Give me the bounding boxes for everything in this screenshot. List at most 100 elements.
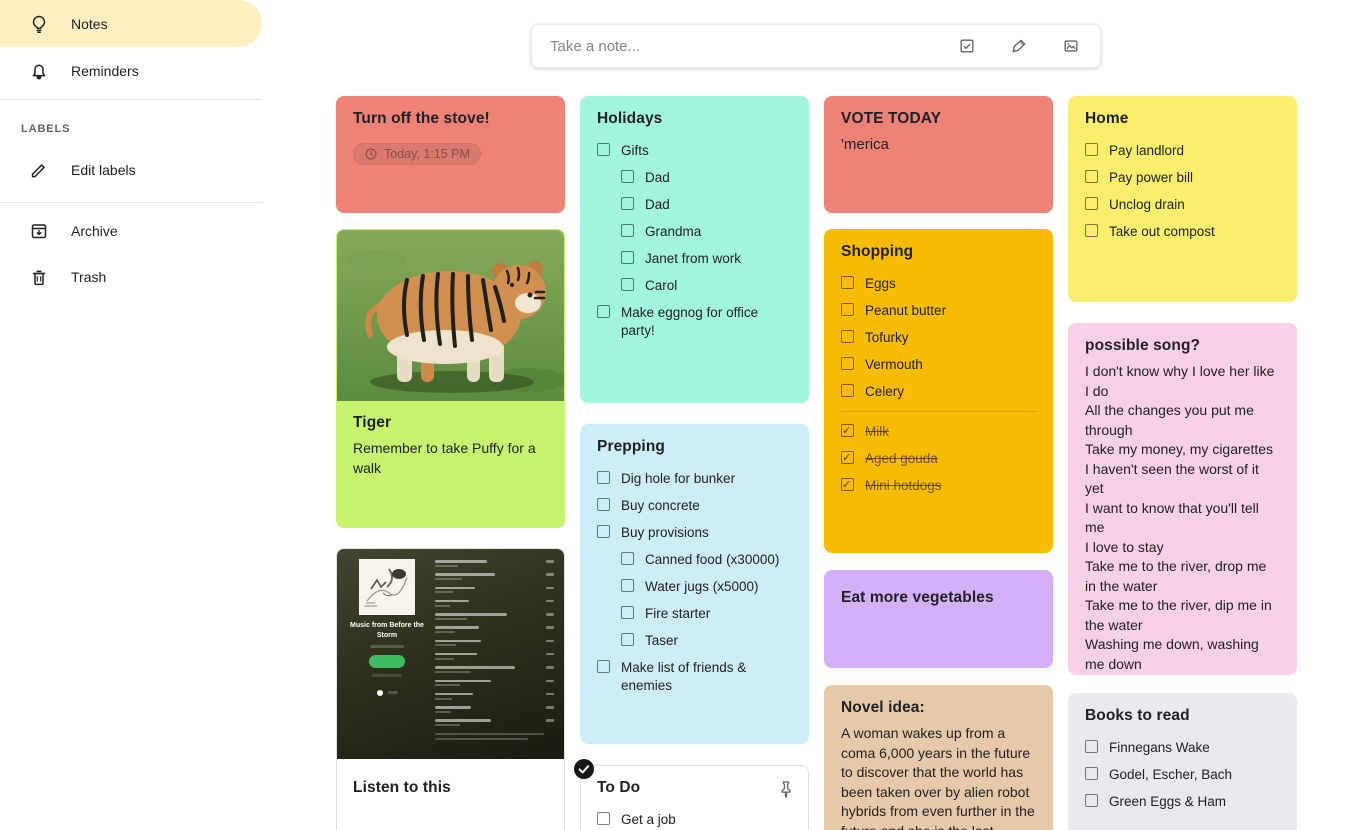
checklist-item[interactable]: Buy concrete: [581, 492, 808, 519]
checkbox-icon[interactable]: [621, 633, 634, 646]
sidebar-item-label: Archive: [71, 223, 118, 239]
checklist-item-label: Pay landlord: [1109, 142, 1184, 160]
checklist-item[interactable]: Peanut butter: [825, 297, 1052, 324]
checklist-item[interactable]: Grandma: [581, 218, 808, 245]
note-card-vote-today[interactable]: VOTE TODAY 'merica: [824, 96, 1053, 213]
sidebar-item-edit-labels[interactable]: Edit labels: [0, 146, 262, 193]
tiger-image: [337, 230, 564, 401]
checkbox-icon[interactable]: [841, 357, 854, 370]
album-art-image: [359, 559, 415, 615]
checklist-item[interactable]: Make list of friends & enemies: [581, 654, 808, 699]
note-card-eat-more-vegetables[interactable]: Eat more vegetables: [824, 570, 1053, 668]
checklist-item[interactable]: Vermouth: [825, 351, 1052, 378]
checklist-item[interactable]: Taser: [581, 627, 808, 654]
checklist-item[interactable]: Milk: [825, 418, 1052, 445]
checkbox-icon[interactable]: [621, 251, 634, 264]
take-a-note-input[interactable]: [548, 37, 958, 56]
sidebar-item-label: Trash: [71, 269, 106, 285]
checklist-item[interactable]: Buy provisions: [581, 519, 808, 546]
checklist-item[interactable]: Godel, Escher, Bach: [1069, 761, 1296, 788]
checkbox-icon[interactable]: [597, 498, 610, 511]
new-image-icon[interactable]: [1062, 37, 1080, 55]
note-card-turn-off-stove[interactable]: Turn off the stove! Today, 1:15 PM: [336, 96, 565, 213]
checklist-item[interactable]: Pay power bill: [1069, 164, 1296, 191]
checklist-item[interactable]: Get a job: [581, 806, 808, 830]
reminder-chip[interactable]: Today, 1:15 PM: [353, 143, 481, 165]
checklist-item[interactable]: Dad: [581, 191, 808, 218]
spotify-screenshot-image: Music from Before the Storm: [337, 549, 564, 759]
checkbox-icon[interactable]: [1085, 794, 1098, 807]
checkbox-icon[interactable]: [841, 384, 854, 397]
note-card-holidays[interactable]: Holidays Gifts Dad Dad Grandma Janet fro…: [580, 96, 809, 403]
note-card-to-do[interactable]: To Do Get a job: [580, 765, 809, 830]
checklist-item[interactable]: Tofurky: [825, 324, 1052, 351]
checkbox-icon[interactable]: [1085, 143, 1098, 156]
new-list-icon[interactable]: [958, 37, 976, 55]
checklist-item[interactable]: Canned food (x30000): [581, 546, 808, 573]
checklist-item[interactable]: Carol: [581, 272, 808, 299]
checklist-item[interactable]: Water jugs (x5000): [581, 573, 808, 600]
note-card-possible-song[interactable]: possible song? I don't know why I love h…: [1068, 323, 1297, 675]
clock-icon: [364, 147, 378, 161]
checkbox-icon[interactable]: [841, 303, 854, 316]
checkbox-icon[interactable]: [621, 278, 634, 291]
checklist-item[interactable]: Pay landlord: [1069, 137, 1296, 164]
note-title: Prepping: [581, 425, 808, 460]
checkbox-icon[interactable]: [1085, 197, 1098, 210]
checklist-item[interactable]: Dig hole for bunker: [581, 465, 808, 492]
checklist-item[interactable]: Aged gouda: [825, 445, 1052, 472]
checkbox-icon[interactable]: [597, 660, 610, 673]
checkbox-icon[interactable]: [621, 224, 634, 237]
note-card-home[interactable]: Home Pay landlord Pay power bill Unclog …: [1068, 96, 1297, 302]
checkbox-icon[interactable]: [621, 552, 634, 565]
pencil-icon: [29, 160, 49, 180]
checklist-item[interactable]: Eggs: [825, 270, 1052, 297]
checkbox-icon[interactable]: [1085, 224, 1098, 237]
checkbox-icon[interactable]: [1085, 170, 1098, 183]
checklist-item[interactable]: Make eggnog for office party!: [581, 299, 808, 344]
note-card-prepping[interactable]: Prepping Dig hole for bunker Buy concret…: [580, 424, 809, 744]
checklist-item[interactable]: Green Eggs & Ham: [1069, 788, 1296, 815]
checkbox-icon[interactable]: [621, 170, 634, 183]
note-card-novel-idea[interactable]: Novel idea: A woman wakes up from a coma…: [824, 685, 1053, 830]
checkbox-checked-icon[interactable]: [841, 424, 854, 437]
checklist-item[interactable]: Take out compost: [1069, 218, 1296, 245]
album-meta-bar: [372, 674, 402, 677]
checkbox-icon[interactable]: [621, 606, 634, 619]
checkbox-icon[interactable]: [597, 812, 610, 825]
note-title: Novel idea:: [825, 686, 1052, 721]
pin-icon[interactable]: [776, 779, 796, 799]
sidebar-item-notes[interactable]: Notes: [0, 0, 262, 47]
sidebar-item-reminders[interactable]: Reminders: [0, 47, 262, 94]
new-drawing-icon[interactable]: [1010, 37, 1028, 55]
sidebar-item-trash[interactable]: Trash: [0, 253, 262, 300]
checkbox-icon[interactable]: [597, 305, 610, 318]
checklist-item[interactable]: Dad: [581, 164, 808, 191]
sidebar-item-archive[interactable]: Archive: [0, 207, 262, 254]
note-card-tiger[interactable]: Tiger Remember to take Puffy for a walk: [336, 229, 565, 528]
checklist-item[interactable]: Finnegans Wake: [1069, 734, 1296, 761]
checkbox-icon[interactable]: [841, 276, 854, 289]
checkbox-icon[interactable]: [1085, 767, 1098, 780]
note-card-shopping[interactable]: Shopping Eggs Peanut butter Tofurky Verm…: [824, 229, 1053, 553]
checklist-item[interactable]: Mini hotdogs: [825, 472, 1052, 499]
note-card-books-to-read[interactable]: Books to read Finnegans Wake Godel, Esch…: [1068, 693, 1297, 830]
checkbox-icon[interactable]: [597, 143, 610, 156]
checkbox-checked-icon[interactable]: [841, 478, 854, 491]
checkbox-icon[interactable]: [597, 525, 610, 538]
selected-check-badge[interactable]: [573, 758, 595, 780]
checkbox-checked-icon[interactable]: [841, 451, 854, 464]
checkbox-icon[interactable]: [597, 471, 610, 484]
checklist-item[interactable]: Unclog drain: [1069, 191, 1296, 218]
checklist-item[interactable]: Fire starter: [581, 600, 808, 627]
checkbox-icon[interactable]: [1085, 740, 1098, 753]
checklist-item[interactable]: Gifts: [581, 137, 808, 164]
note-card-listen-to-this[interactable]: Music from Before the Storm Listen to th…: [336, 548, 565, 830]
checkbox-icon[interactable]: [621, 197, 634, 210]
note-title: Tiger: [337, 401, 564, 436]
checkbox-icon[interactable]: [841, 330, 854, 343]
checklist-item[interactable]: Celery: [825, 378, 1052, 405]
checkbox-icon[interactable]: [621, 579, 634, 592]
take-a-note-bar[interactable]: [531, 24, 1101, 68]
checklist-item[interactable]: Janet from work: [581, 245, 808, 272]
